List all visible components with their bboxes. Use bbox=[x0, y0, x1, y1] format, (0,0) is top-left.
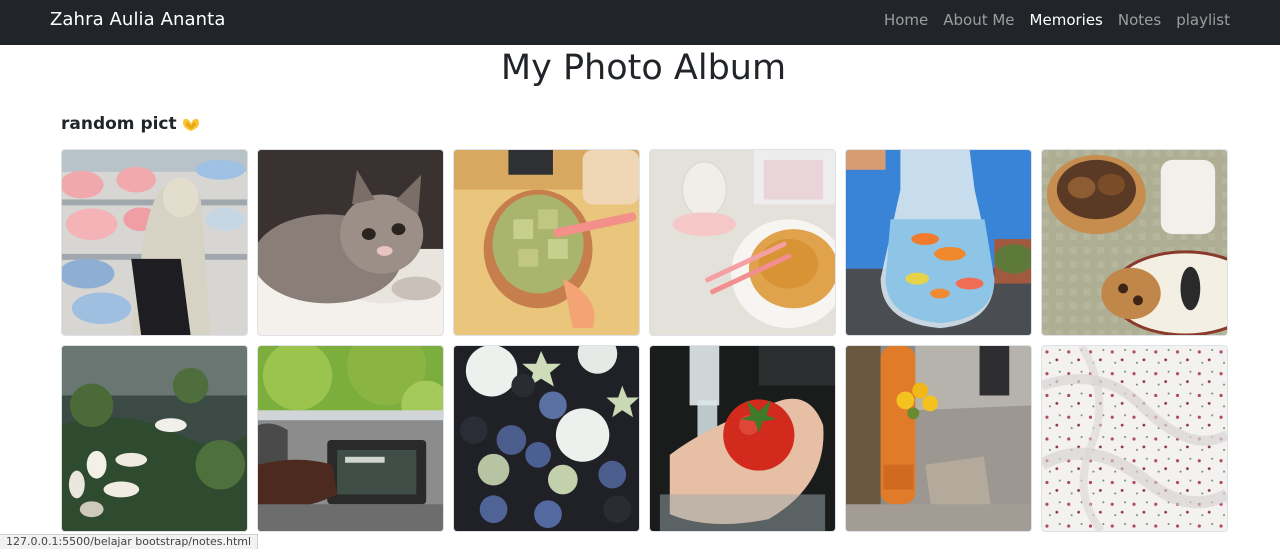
nav-link-home[interactable]: Home bbox=[884, 11, 928, 29]
nav-link-memories[interactable]: Memories bbox=[1030, 11, 1103, 29]
nav-links: Home About Me Memories Notes playlist bbox=[884, 11, 1230, 29]
photo-car-dashboard[interactable] bbox=[257, 345, 444, 532]
photo-flowers-street[interactable] bbox=[845, 345, 1032, 532]
nav-link-about-me[interactable]: About Me bbox=[943, 11, 1014, 29]
navbar-brand[interactable]: Zahra Aulia Ananta bbox=[50, 9, 225, 30]
photo-plush-shop[interactable] bbox=[61, 149, 248, 336]
photo-kitten[interactable] bbox=[257, 149, 444, 336]
photo-goldfish-bag[interactable] bbox=[845, 149, 1032, 336]
photo-cookies[interactable] bbox=[1041, 149, 1228, 336]
nav-link-playlist[interactable]: playlist bbox=[1176, 11, 1230, 29]
status-bar-url: 127.0.0.1:5500/belajar bootstrap/notes.h… bbox=[0, 534, 259, 549]
photo-tomato-water[interactable] bbox=[649, 345, 836, 532]
nav-link-notes[interactable]: Notes bbox=[1118, 11, 1161, 29]
photo-floral-sheets[interactable] bbox=[1041, 345, 1228, 532]
photo-berries[interactable] bbox=[453, 345, 640, 532]
photo-ducks-pond[interactable] bbox=[61, 345, 248, 532]
photo-noodles[interactable] bbox=[649, 149, 836, 336]
section-title-text: random pict bbox=[61, 114, 177, 134]
photo-gallery bbox=[61, 149, 1228, 532]
heart-hands-icon bbox=[181, 114, 201, 134]
navbar: Zahra Aulia Ananta Home About Me Memorie… bbox=[0, 0, 1280, 45]
page-title: My Photo Album bbox=[500, 48, 787, 88]
section-title: random pict bbox=[61, 114, 201, 134]
photo-matcha-drink[interactable] bbox=[453, 149, 640, 336]
